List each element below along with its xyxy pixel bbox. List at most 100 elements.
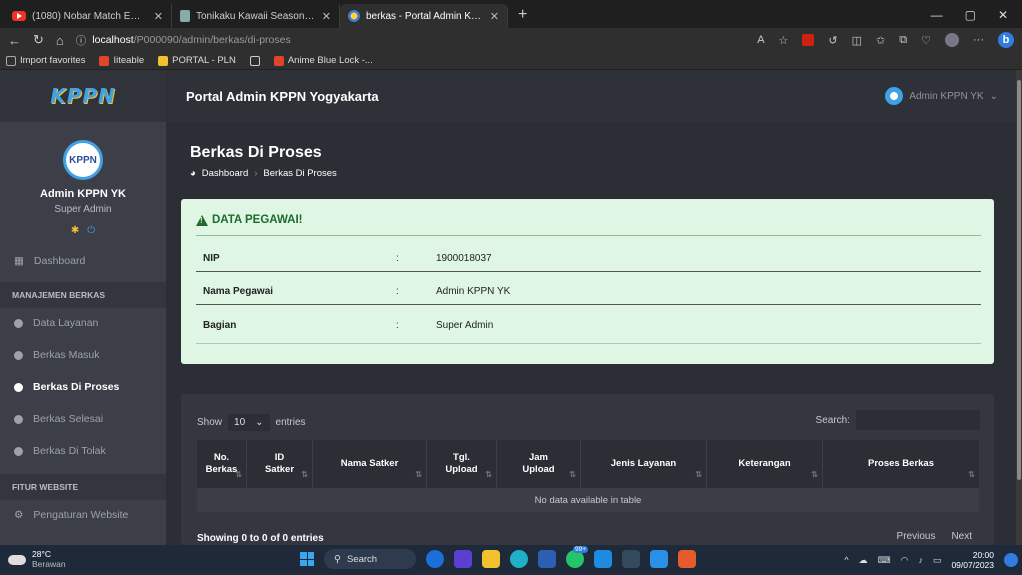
entries-select[interactable]: 10 ⌄	[228, 414, 270, 431]
column-label: No. Berkas	[205, 451, 238, 475]
edge-icon[interactable]	[510, 550, 528, 568]
sidebar-item-berkas-selesai[interactable]: Berkas Selesai	[0, 404, 166, 434]
close-tab-icon[interactable]: ✕	[154, 10, 163, 23]
keyboard-icon[interactable]: ⌨	[878, 555, 891, 566]
settings-gear-icon[interactable]: ✱	[71, 225, 79, 236]
column-header-jenis-layanan[interactable]: Jenis Layanan ⇅	[581, 440, 707, 488]
sidebar-item-label: Data Layanan	[33, 317, 99, 329]
more-menu-icon[interactable]: ···	[973, 34, 984, 46]
browser-essentials-icon[interactable]: ♡	[921, 34, 931, 47]
windows-start-icon[interactable]	[300, 552, 314, 566]
next-page-button[interactable]: Next	[945, 527, 978, 545]
info-colon: :	[396, 286, 399, 297]
sidebar-section-website: FITUR WEBSITE	[0, 474, 166, 500]
refresh-icon[interactable]: ↻	[33, 32, 44, 48]
sidebar-item-dashboard[interactable]: ▦ Dashboard	[0, 246, 166, 276]
wifi-icon[interactable]: ◠	[901, 555, 909, 566]
sidebar-item-data-layanan[interactable]: Data Layanan	[0, 308, 166, 338]
power-icon[interactable]: ⏻	[87, 225, 95, 236]
taskbar-search[interactable]: ⚲ Search	[324, 549, 416, 569]
search-label: Search	[346, 553, 378, 565]
steam-icon[interactable]	[622, 550, 640, 568]
favorite-folder[interactable]	[249, 55, 260, 66]
home-icon[interactable]: ⌂	[56, 33, 64, 48]
dashboard-icon: ▦	[14, 255, 24, 267]
brand-logo-area[interactable]: KPPN	[0, 70, 166, 122]
store-icon[interactable]	[594, 550, 612, 568]
file-explorer-icon[interactable]	[482, 550, 500, 568]
column-label: Proses Berkas	[867, 457, 935, 469]
close-tab-icon[interactable]: ✕	[490, 10, 499, 23]
previous-page-button[interactable]: Previous	[891, 527, 942, 545]
favorite-import[interactable]: Import favorites	[6, 55, 85, 66]
sidebar-item-berkas-di-proses[interactable]: Berkas Di Proses	[0, 372, 166, 402]
favorite-label: Iiteable	[113, 55, 145, 66]
berkas-table-card: Show 10 ⌄ entries Search: No. Berkas ⇅ ID…	[181, 394, 994, 545]
read-aloud-icon[interactable]: A	[757, 34, 764, 46]
table-header: No. Berkas ⇅ ID Satker ⇅ Nama Satker ⇅ Tgl.…	[197, 440, 979, 488]
close-tab-icon[interactable]: ✕	[322, 10, 331, 23]
split-screen-icon[interactable]: ◫	[852, 34, 862, 47]
column-header-jam-upload[interactable]: Jam Upload ⇅	[497, 440, 581, 488]
sidebar-item-pengaturan-website[interactable]: ⚙ Pengaturan Website	[0, 500, 166, 530]
browser-tab-youtube[interactable]: (1080) Nobar Match Emosi: ✕	[4, 4, 172, 28]
browser-tab-anime[interactable]: Tonikaku Kawaii Season 2 Episod ✕	[172, 4, 340, 28]
cloud-icon	[8, 555, 26, 565]
favorite-pln[interactable]: PORTAL - PLN	[158, 55, 236, 66]
refresh-extension-icon[interactable]: ↺	[828, 34, 837, 47]
scrollbar-thumb[interactable]	[1017, 80, 1021, 480]
favorite-anime[interactable]: Anime Blue Lock -...	[273, 55, 373, 66]
back-icon[interactable]: ←	[8, 33, 21, 48]
favorites-icon[interactable]: ✩	[876, 34, 885, 47]
tab-title: berkas - Portal Admin KPPN Yog	[366, 10, 484, 22]
close-window-icon[interactable]: ✕	[998, 8, 1008, 22]
url-host: localhost	[92, 34, 134, 46]
youtube-icon	[12, 11, 26, 21]
kppn-logo: KPPN	[50, 84, 116, 108]
restore-icon[interactable]: ▢	[965, 8, 976, 22]
url-field[interactable]: ⓘ localhost/P000090/admin/berkas/di-pros…	[76, 30, 745, 50]
user-menu-label: Admin KPPN YK	[909, 90, 984, 102]
notification-icon[interactable]	[1004, 553, 1018, 568]
minimize-icon[interactable]: —	[931, 8, 943, 22]
column-header-nama-satker[interactable]: Nama Satker ⇅	[313, 440, 427, 488]
column-header-id-satker[interactable]: ID Satker ⇅	[247, 440, 313, 488]
page-title: Berkas Di Proses	[190, 144, 322, 161]
favorite-star-icon[interactable]: ☆	[779, 34, 789, 47]
info-colon: :	[396, 319, 399, 331]
whatsapp-icon[interactable]: 99+	[566, 546, 588, 568]
word-icon[interactable]	[538, 550, 556, 568]
teams-icon[interactable]	[454, 550, 472, 568]
column-header-no-berkas[interactable]: No. Berkas ⇅	[197, 440, 247, 488]
favorite-iiteable[interactable]: Iiteable	[99, 55, 144, 66]
collections-icon[interactable]: ⧉	[899, 34, 907, 47]
xampp-icon[interactable]	[678, 550, 696, 568]
column-header-tgl-upload[interactable]: Tgl. Upload ⇅	[427, 440, 497, 488]
sidebar-item-berkas-di-tolak[interactable]: Berkas Di Tolak	[0, 436, 166, 466]
user-menu[interactable]: Admin KPPN YK ⌄	[885, 87, 998, 105]
mcafee-extension-icon[interactable]	[802, 34, 815, 46]
bing-copilot-icon[interactable]: b	[998, 32, 1014, 48]
vscode-icon[interactable]	[650, 550, 668, 568]
sidebar-item-berkas-masuk[interactable]: Berkas Masuk	[0, 340, 166, 370]
onedrive-icon[interactable]: ☁	[859, 555, 868, 566]
system-tray: ^ ☁ ⌨ ◠ ♪ ▭ 20:00 09/07/2023	[844, 550, 1018, 570]
search-input[interactable]	[856, 410, 980, 430]
column-header-proses-berkas[interactable]: Proses Berkas ⇅	[823, 440, 979, 488]
profile-avatar-icon[interactable]	[945, 33, 959, 47]
volume-icon[interactable]: ♪	[918, 555, 923, 565]
entries-length-control: Show 10 ⌄ entries	[197, 414, 306, 431]
column-header-keterangan[interactable]: Keterangan ⇅	[707, 440, 823, 488]
battery-icon[interactable]: ▭	[933, 555, 942, 566]
new-tab-button[interactable]: +	[508, 6, 537, 28]
clock[interactable]: 20:00 09/07/2023	[951, 550, 994, 570]
column-label: Jam Upload	[522, 451, 555, 475]
breadcrumb-dashboard-link[interactable]: Dashboard	[202, 168, 248, 179]
browser-tab-active[interactable]: berkas - Portal Admin KPPN Yog ✕	[340, 4, 508, 28]
app-icon[interactable]	[426, 550, 444, 568]
breadcrumb-current: Berkas Di Proses	[263, 168, 337, 179]
info-icon[interactable]: ⓘ	[76, 33, 87, 48]
circle-icon	[14, 446, 23, 456]
tray-chevron-icon[interactable]: ^	[844, 555, 848, 565]
weather-widget[interactable]: 28°C Berawan	[0, 549, 120, 570]
